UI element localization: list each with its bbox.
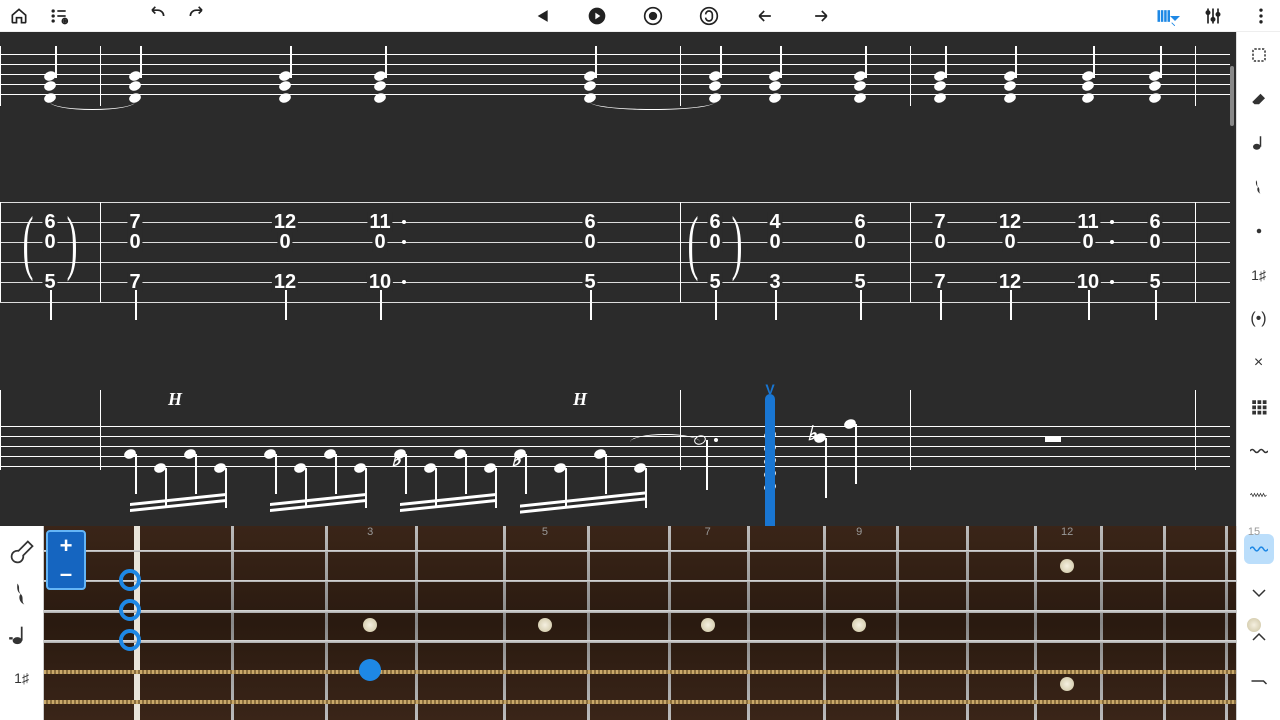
notation-staff-2: HH♭♭♭ V — [0, 390, 1230, 510]
tab-fret[interactable]: 0 — [707, 232, 722, 252]
fret-number: 5 — [542, 526, 548, 538]
tab-fret[interactable]: 0 — [852, 232, 867, 252]
notation-staff-1 — [0, 46, 1230, 106]
tab-fret[interactable]: 0 — [1080, 232, 1095, 252]
tab-fret[interactable]: 6 — [852, 212, 867, 232]
fretboard[interactable]: + – 357912151719 — [44, 526, 1236, 720]
finger-open[interactable] — [119, 569, 141, 591]
tab-fret[interactable]: 6 — [1147, 212, 1162, 232]
delete-tool[interactable]: × — [1244, 348, 1274, 378]
keyboard-toggle[interactable] — [1154, 5, 1176, 27]
tab-fret[interactable]: 6 — [42, 212, 57, 232]
tab-fret[interactable]: 6 — [707, 212, 722, 232]
fret-number: 3 — [367, 526, 373, 538]
tab-staff-1: ()6057071201211010605()60540360570712012… — [0, 202, 1230, 332]
record-button[interactable] — [642, 5, 664, 27]
grid-tool[interactable] — [1244, 392, 1274, 422]
tab-fret[interactable]: 0 — [42, 232, 57, 252]
right-tool-panel: 1♯ (•) × — [1236, 32, 1280, 526]
tab-fret[interactable]: 0 — [372, 232, 387, 252]
redo-button[interactable] — [186, 5, 208, 27]
finger-open[interactable] — [119, 599, 141, 621]
next-button[interactable] — [810, 5, 832, 27]
tab-fret[interactable]: 5 — [852, 272, 867, 292]
string[interactable] — [44, 640, 1236, 643]
sustain-tool[interactable] — [1244, 666, 1274, 696]
quarter-note-tool[interactable] — [8, 576, 36, 612]
mixer-button[interactable] — [1202, 5, 1224, 27]
scrollbar[interactable] — [1230, 66, 1234, 126]
string[interactable] — [44, 610, 1236, 613]
rewind-button[interactable] — [530, 5, 552, 27]
top-toolbar — [0, 0, 1280, 32]
tab-fret[interactable]: 10 — [367, 272, 393, 292]
tab-fret[interactable]: 5 — [1147, 272, 1162, 292]
selection-tool[interactable] — [1244, 40, 1274, 70]
finger-pressed[interactable] — [359, 659, 381, 681]
fretboard-panel: 1♯ + – 357912151719 — [0, 526, 1280, 720]
tremolo-tool[interactable] — [1244, 480, 1274, 510]
fretboard-left-tools: 1♯ — [0, 526, 44, 720]
menu-button[interactable] — [1250, 5, 1272, 27]
tie-tool[interactable]: (•) — [1244, 304, 1274, 334]
tab-fret[interactable]: 0 — [277, 232, 292, 252]
string[interactable] — [44, 670, 1236, 674]
tab-fret[interactable]: 4 — [767, 212, 782, 232]
tab-fret[interactable]: 11 — [367, 212, 392, 232]
tab-fret[interactable]: 12 — [272, 272, 298, 292]
tab-fret[interactable]: 7 — [127, 272, 142, 292]
tab-fret[interactable]: 0 — [932, 232, 947, 252]
tab-fret[interactable]: 7 — [932, 272, 947, 292]
zoom-control[interactable]: + – — [46, 530, 86, 590]
play-button[interactable] — [586, 5, 608, 27]
tab-fret[interactable]: 0 — [582, 232, 597, 252]
tab-fret[interactable]: 7 — [932, 212, 947, 232]
accidental-tool[interactable]: 1♯ — [1244, 260, 1274, 290]
tab-fret[interactable]: 11 — [1075, 212, 1100, 232]
tab-fret[interactable]: 0 — [767, 232, 782, 252]
setlist-button[interactable] — [48, 5, 70, 27]
zoom-in[interactable]: + — [48, 532, 84, 560]
home-button[interactable] — [8, 5, 30, 27]
fret-number: 7 — [705, 526, 711, 538]
fret-number: 9 — [856, 526, 862, 538]
tab-fret[interactable]: 5 — [582, 272, 597, 292]
tab-fret[interactable]: 6 — [582, 212, 597, 232]
string[interactable] — [44, 580, 1236, 582]
tab-fret[interactable]: 5 — [42, 272, 57, 292]
instrument-tool[interactable] — [8, 534, 36, 570]
tab-fret[interactable]: 12 — [997, 212, 1023, 232]
string[interactable] — [44, 700, 1236, 704]
rest-tool[interactable] — [1244, 172, 1274, 202]
score-view[interactable]: ()6057071201211010605()60540360570712012… — [0, 32, 1280, 526]
tab-fret[interactable]: 12 — [997, 272, 1023, 292]
nut — [134, 526, 140, 720]
tab-fret[interactable]: 10 — [1075, 272, 1101, 292]
eraser-tool[interactable] — [1244, 84, 1274, 114]
note-tool[interactable] — [1244, 128, 1274, 158]
string[interactable] — [44, 550, 1236, 552]
fret-number: 12 — [1061, 526, 1073, 538]
tab-fret[interactable]: 12 — [272, 212, 298, 232]
loop-button[interactable] — [698, 5, 720, 27]
dot-tool[interactable] — [1244, 216, 1274, 246]
fret-number: 15 — [1248, 526, 1260, 538]
tab-fret[interactable]: 5 — [707, 272, 722, 292]
articulation-tool[interactable] — [8, 618, 36, 654]
tab-fret[interactable]: 3 — [767, 272, 782, 292]
vibrato-tool[interactable] — [1244, 436, 1274, 466]
tab-fret[interactable]: 0 — [1002, 232, 1017, 252]
undo-button[interactable] — [146, 5, 168, 27]
prev-button[interactable] — [754, 5, 776, 27]
tab-fret[interactable]: 0 — [127, 232, 142, 252]
edit-cursor[interactable] — [765, 394, 775, 526]
sharp-tool[interactable]: 1♯ — [8, 660, 36, 696]
finger-open[interactable] — [119, 629, 141, 651]
tab-fret[interactable]: 0 — [1147, 232, 1162, 252]
tab-fret[interactable]: 7 — [127, 212, 142, 232]
zoom-out[interactable]: – — [48, 560, 84, 588]
cursor-mark: V — [765, 382, 774, 396]
strum-down-tool[interactable] — [1244, 578, 1274, 608]
whammy-tool[interactable] — [1244, 534, 1274, 564]
